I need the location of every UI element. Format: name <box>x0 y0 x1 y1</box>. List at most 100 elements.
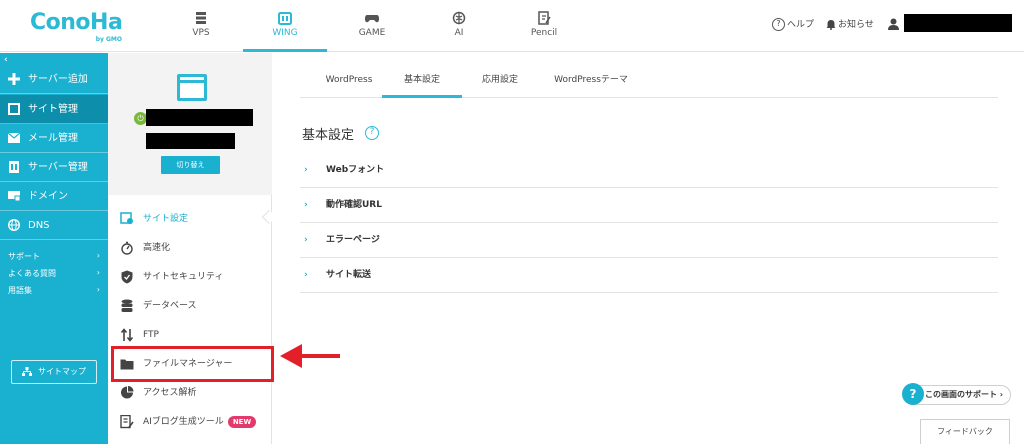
user-icon[interactable] <box>888 18 899 30</box>
bell-icon <box>826 20 836 30</box>
page-support-button[interactable]: ? この画面のサポート › <box>902 383 1011 405</box>
tab-wordpress-theme[interactable]: WordPressテーマ <box>536 68 646 98</box>
subpanel-item-label: FTP <box>143 330 159 340</box>
support-label: この画面のサポート <box>925 390 997 399</box>
question-icon: ? <box>902 383 924 405</box>
pencil-doc-icon <box>538 11 551 25</box>
help-link[interactable]: ? ヘルプ <box>772 17 814 31</box>
chevron-right-icon: › <box>304 165 308 175</box>
sidebar-item-label: DNS <box>28 220 50 231</box>
sidebar-link-label: サポート <box>8 252 40 261</box>
sidebar-item-label: サーバー管理 <box>28 162 88 173</box>
sidebar-item-label: メール管理 <box>28 133 78 144</box>
nav-ai[interactable]: AI <box>417 0 501 52</box>
shield-icon <box>121 270 133 283</box>
accordion-error-page[interactable]: › エラーページ <box>300 223 998 258</box>
site-subpanel: ⏻ 切り替え サイト設定 高速化 サイトセキュリティ データベース FTP ファ… <box>108 53 272 444</box>
section-title: 基本設定 <box>302 128 355 143</box>
nav-game[interactable]: GAME <box>330 0 414 52</box>
site-settings-icon <box>120 212 133 224</box>
new-badge: NEW <box>227 416 257 428</box>
nav-vps[interactable]: VPS <box>159 0 243 52</box>
sidebar-item-mail[interactable]: メール管理 <box>0 124 108 153</box>
sidebar-item-server[interactable]: サーバー管理 <box>0 153 108 182</box>
chevron-right-icon: › <box>997 390 1004 399</box>
redacted-site-name <box>146 109 253 126</box>
accordion-label: Webフォント <box>326 165 385 175</box>
server-manage-icon <box>9 161 19 173</box>
sitemap-label: サイトマップ <box>38 367 86 376</box>
subpanel-item-database[interactable]: データベース <box>120 296 270 316</box>
nav-label: AI <box>454 28 464 38</box>
subpanel-item-site-settings[interactable]: サイト設定 <box>120 209 270 229</box>
chevron-right-icon: › <box>96 268 100 277</box>
accordion-webfont[interactable]: › Webフォント <box>300 153 998 188</box>
nav-label: GAME <box>358 28 386 38</box>
sidebar-link-label: よくある質問 <box>8 269 56 278</box>
tab-advanced-settings[interactable]: 応用設定 <box>462 68 538 98</box>
subpanel-item-security[interactable]: サイトセキュリティ <box>120 267 270 287</box>
tab-wordpress[interactable]: WordPress <box>314 68 384 98</box>
ai-doc-icon <box>120 414 134 428</box>
notice-link[interactable]: お知らせ <box>826 17 874 30</box>
pie-chart-icon <box>121 386 134 399</box>
sidebar-item-dns[interactable]: DNS <box>0 211 108 240</box>
sidebar-item-domain[interactable]: ドメイン <box>0 182 108 211</box>
sidebar-item-label: サーバー追加 <box>28 74 88 85</box>
redacted-username <box>904 14 1012 32</box>
sidebar-link-support[interactable]: サポート › <box>8 251 100 262</box>
tab-basic-settings[interactable]: 基本設定 <box>382 68 462 98</box>
sidebar-item-site-manage[interactable]: サイト管理 <box>0 95 108 124</box>
sidebar-link-label: 用語集 <box>8 286 32 295</box>
subpanel-item-ftp[interactable]: FTP <box>120 325 270 345</box>
sidebar-link-glossary[interactable]: 用語集 › <box>8 285 100 296</box>
subpanel-item-analytics[interactable]: アクセス解析 <box>120 383 270 403</box>
nav-label: WING <box>272 28 298 38</box>
feedback-button[interactable]: フィードバック <box>920 419 1010 444</box>
subpanel-item-label: サイトセキュリティ <box>143 272 224 282</box>
sitemap-button[interactable]: サイトマップ <box>11 360 97 384</box>
sitemap-icon <box>22 367 32 376</box>
subpanel-item-ai-blog[interactable]: AIブログ生成ツール NEW <box>120 412 270 432</box>
subpanel-item-label: サイト設定 <box>143 214 189 224</box>
logo-sub: by GMO <box>95 36 122 43</box>
accordion-site-forward[interactable]: › サイト転送 <box>300 258 998 293</box>
conoha-logo[interactable]: ConoHa by GMO <box>30 10 124 44</box>
settings-tabs: WordPress 基本設定 応用設定 WordPressテーマ <box>300 68 998 98</box>
help-question-icon[interactable]: ? <box>365 126 379 140</box>
nav-pencil[interactable]: Pencil <box>502 0 586 52</box>
notice-label: お知らせ <box>838 20 874 30</box>
sidebar-item-add-server[interactable]: サーバー追加 <box>0 65 108 94</box>
logo-text: ConoHa <box>30 10 123 35</box>
stopwatch-icon <box>121 241 133 255</box>
chevron-right-icon: › <box>304 200 308 210</box>
nav-wing[interactable]: WING <box>243 0 327 52</box>
chevron-right-icon: › <box>96 251 100 260</box>
accordion-test-url[interactable]: › 動作確認URL <box>300 188 998 223</box>
sidebar-item-label: サイト管理 <box>28 104 78 115</box>
app-root: ConoHa by GMO VPS WING GAME AI Pencil ? ヘ… <box>0 0 1024 444</box>
sidebar-link-faq[interactable]: よくある質問 › <box>8 268 100 279</box>
site-icon <box>8 103 20 115</box>
red-arrow-icon <box>280 344 340 368</box>
main-sidebar: ‹ サーバー追加 サイト管理 メール管理 サーバー管理 ドメイン DNS サポー… <box>0 53 108 444</box>
subpanel-item-speedup[interactable]: 高速化 <box>120 238 270 258</box>
chevron-right-icon: › <box>96 285 100 294</box>
accordion-label: 動作確認URL <box>326 200 382 210</box>
server-icon <box>196 12 206 24</box>
brain-icon <box>452 11 466 25</box>
globe-icon <box>7 218 21 232</box>
redacted-site-domain <box>146 133 235 149</box>
database-icon <box>121 299 133 312</box>
browser-window-icon <box>177 74 207 101</box>
sidebar-item-label: ドメイン <box>28 191 68 202</box>
collapse-sidebar-button[interactable]: ‹ <box>4 55 8 65</box>
switch-site-button[interactable]: 切り替え <box>161 156 220 174</box>
chevron-right-icon: › <box>304 235 308 245</box>
subpanel-item-label: アクセス解析 <box>143 388 197 398</box>
wing-icon <box>278 12 292 25</box>
highlight-box <box>111 346 274 382</box>
help-label: ヘルプ <box>787 20 815 30</box>
plus-icon <box>8 73 20 85</box>
nav-label: VPS <box>192 28 210 38</box>
